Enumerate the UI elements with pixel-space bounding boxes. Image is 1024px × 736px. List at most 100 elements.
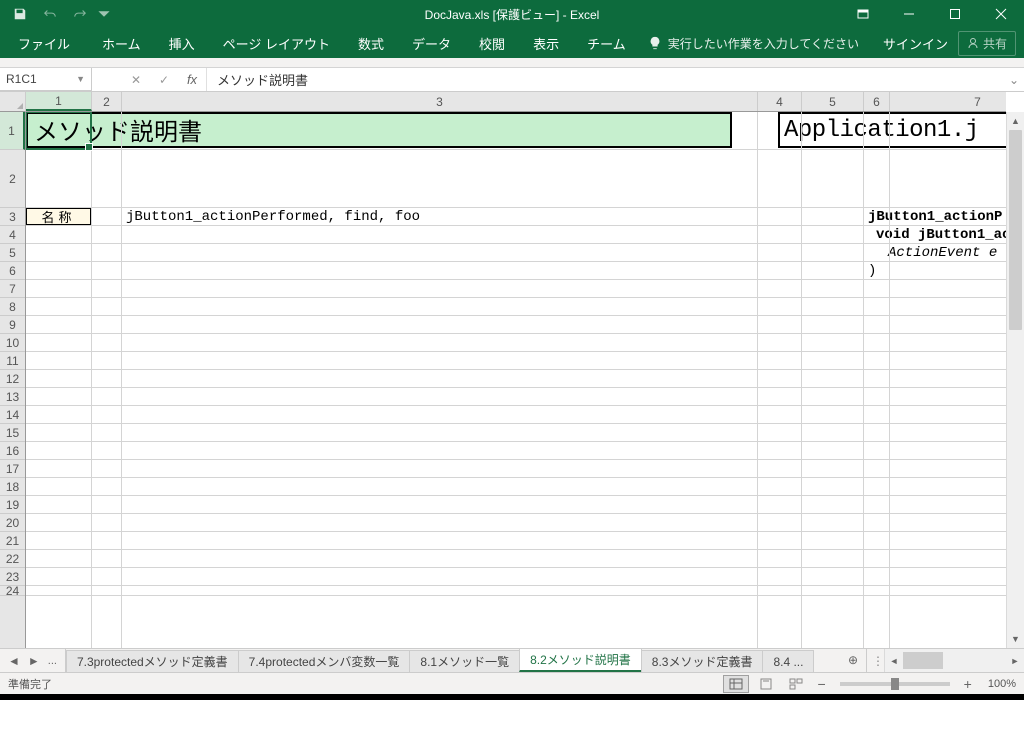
minimize-button[interactable] [886, 0, 932, 28]
tab-pagelayout[interactable]: ページ レイアウト [209, 28, 344, 59]
col-header[interactable]: 7 [890, 92, 1024, 111]
tab-insert[interactable]: 挿入 [155, 28, 209, 59]
scroll-right-button[interactable]: ► [1006, 656, 1024, 666]
row-header[interactable]: 17 [0, 460, 25, 478]
add-sheet-button[interactable]: ⊕ [840, 649, 866, 672]
insert-function-button[interactable]: fx [178, 72, 206, 87]
scroll-down-button[interactable]: ▼ [1007, 630, 1024, 648]
col-header[interactable]: 5 [802, 92, 864, 111]
expand-formula-bar-button[interactable]: ⌄ [1004, 68, 1024, 91]
row-header[interactable]: 15 [0, 424, 25, 442]
tab-view[interactable]: 表示 [519, 28, 573, 59]
tab-file[interactable]: ファイル [4, 28, 88, 59]
column-headers[interactable]: 1234567 [26, 92, 1006, 112]
row-header[interactable]: 21 [0, 532, 25, 550]
col-header[interactable]: 6 [864, 92, 890, 111]
vscroll-thumb[interactable] [1009, 130, 1022, 330]
sheet-tab[interactable]: 8.1メソッド一覧 [409, 650, 520, 672]
row-header[interactable]: 19 [0, 496, 25, 514]
row-header[interactable]: 22 [0, 550, 25, 568]
row-header[interactable]: 13 [0, 388, 25, 406]
tab-nav-next[interactable]: ► [26, 654, 42, 668]
view-pagelayout-button[interactable] [753, 675, 779, 693]
row-header[interactable]: 12 [0, 370, 25, 388]
row-header[interactable]: 20 [0, 514, 25, 532]
qat-customize-icon[interactable] [96, 2, 112, 26]
redo-button[interactable] [66, 2, 94, 26]
formula-input[interactable]: メソッド説明書 [207, 68, 1004, 91]
zoom-out-button[interactable]: − [813, 677, 829, 691]
row-header[interactable]: 10 [0, 334, 25, 352]
row-header[interactable]: 7 [0, 280, 25, 298]
row-headers[interactable]: 123456789101112131415161718192021222324 [0, 112, 26, 648]
cell-methods-list[interactable]: jButton1_actionPerformed, find, foo [122, 208, 722, 226]
row-header[interactable]: 9 [0, 316, 25, 334]
tab-team[interactable]: チーム [573, 28, 640, 59]
sheet-tab[interactable]: 8.4 ... [762, 650, 814, 672]
row-header[interactable]: 8 [0, 298, 25, 316]
view-pagebreak-button[interactable] [783, 675, 809, 693]
cell-code-line4[interactable]: ) [864, 262, 904, 280]
sheet-tab[interactable]: 7.3protectedメソッド定義書 [66, 650, 239, 672]
zoom-thumb[interactable] [891, 678, 899, 690]
cell-title-method-doc[interactable]: メソッド説明書 [26, 112, 732, 148]
worksheet[interactable]: 1234567 12345678910111213141516171819202… [0, 92, 1024, 648]
col-header[interactable]: 2 [92, 92, 122, 111]
ribbon-display-button[interactable] [840, 0, 886, 28]
scroll-up-button[interactable]: ▲ [1007, 112, 1024, 130]
row-header[interactable]: 16 [0, 442, 25, 460]
row-header[interactable]: 18 [0, 478, 25, 496]
signin-link[interactable]: サインイン [883, 34, 948, 53]
cell-code-line2[interactable]: void jButton1_ac [872, 226, 1006, 244]
horizontal-scrollbar[interactable]: ◄ ► [884, 649, 1024, 672]
undo-button[interactable] [36, 2, 64, 26]
row-header[interactable]: 1 [0, 112, 25, 150]
row-header[interactable]: 5 [0, 244, 25, 262]
scroll-left-button[interactable]: ◄ [885, 656, 903, 666]
cell-code-line1[interactable]: jButton1_actionP [864, 208, 1006, 226]
row-header[interactable]: 14 [0, 406, 25, 424]
tell-me-search[interactable]: 実行したい作業を入力してください [648, 35, 859, 52]
cell-grid[interactable]: メソッド説明書 Application1.j 名称 jButton1_actio… [26, 112, 1006, 648]
tab-formulas[interactable]: 数式 [344, 28, 398, 59]
col-header[interactable]: 3 [122, 92, 758, 111]
row-header[interactable]: 11 [0, 352, 25, 370]
cell-code-line3[interactable]: ActionEvent e [884, 244, 1006, 262]
status-bar: 準備完了 − + 100% [0, 672, 1024, 694]
enter-formula-button[interactable]: ✓ [150, 73, 178, 87]
tab-home[interactable]: ホーム [88, 28, 155, 59]
row-header[interactable]: 2 [0, 150, 25, 208]
ribbon: ファイル ホーム 挿入 ページ レイアウト 数式 データ 校閲 表示 チーム 実… [0, 28, 1024, 58]
close-button[interactable] [978, 0, 1024, 28]
view-normal-button[interactable] [723, 675, 749, 693]
col-header[interactable]: 1 [26, 92, 92, 111]
tab-data[interactable]: データ [398, 28, 465, 59]
tab-nav-more[interactable]: ... [46, 655, 59, 667]
col-header[interactable]: 4 [758, 92, 802, 111]
tab-split-handle[interactable]: ⋮ [872, 649, 884, 672]
row-header[interactable]: 24 [0, 586, 25, 596]
vertical-scrollbar[interactable]: ▲ ▼ [1006, 112, 1024, 648]
hscroll-thumb[interactable] [903, 652, 943, 669]
select-all-corner[interactable] [0, 92, 26, 112]
cell-title-application[interactable]: Application1.j [778, 112, 1006, 148]
row-header[interactable]: 3 [0, 208, 25, 226]
sheet-tab[interactable]: 8.2メソッド説明書 [519, 649, 642, 672]
zoom-slider[interactable] [840, 682, 950, 686]
cell-label-name[interactable]: 名称 [26, 208, 91, 225]
sheet-tab[interactable]: 8.3メソッド定義書 [641, 650, 764, 672]
row-header[interactable]: 6 [0, 262, 25, 280]
row-header[interactable]: 4 [0, 226, 25, 244]
sheet-tab[interactable]: 7.4protectedメンバ変数一覧 [238, 650, 411, 672]
share-button[interactable]: 共有 [958, 31, 1016, 56]
tab-review[interactable]: 校閲 [465, 28, 519, 59]
cancel-formula-button[interactable]: ✕ [122, 73, 150, 87]
zoom-in-button[interactable]: + [960, 677, 976, 691]
maximize-button[interactable] [932, 0, 978, 28]
save-button[interactable] [6, 2, 34, 26]
formula-bar: R1C1 ▼ ✕ ✓ fx メソッド説明書 ⌄ [0, 68, 1024, 92]
bottom-border [0, 694, 1024, 700]
name-box[interactable]: R1C1 ▼ [0, 68, 92, 91]
zoom-level[interactable]: 100% [988, 678, 1016, 690]
tab-nav-prev[interactable]: ◄ [6, 654, 22, 668]
